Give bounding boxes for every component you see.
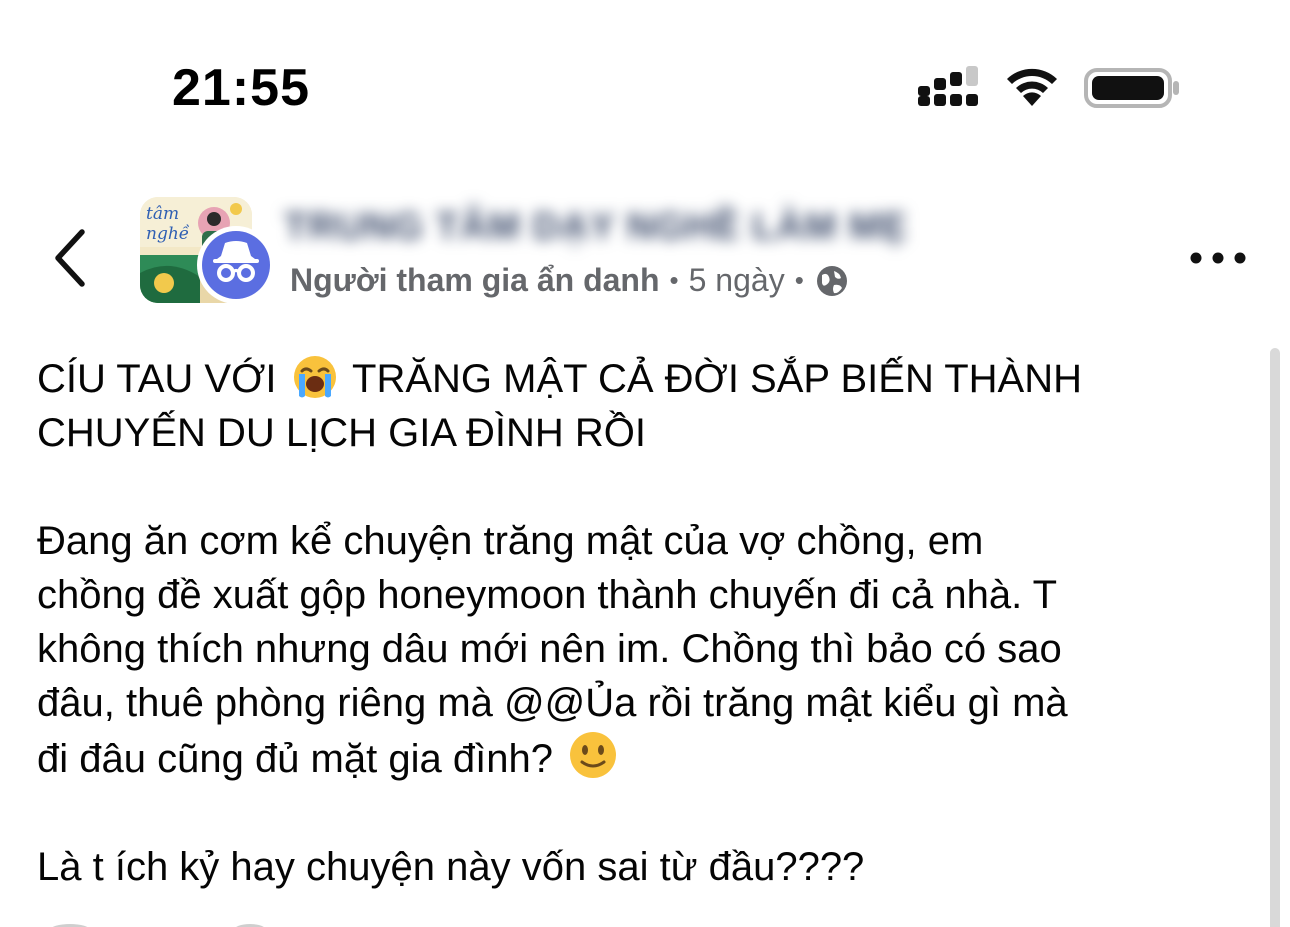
post-body-line: không thích nhưng dâu mới nên im. Chồng … xyxy=(37,627,1062,671)
status-time: 21:55 xyxy=(172,59,310,117)
post-body-line: đi đâu cũng đủ mặt gia đình? xyxy=(37,730,1252,786)
loudly-crying-face-emoji xyxy=(293,356,336,398)
post-title-line: CHUYẾN DU LỊCH GIA ĐÌNH RỒI xyxy=(37,411,646,455)
cellular-signal-icon xyxy=(918,66,978,106)
group-avatar-text: tâm xyxy=(146,204,179,224)
more-options-button[interactable] xyxy=(1186,236,1250,280)
post-content: CÍU TAU VỚI TRĂNG MẬT CẢ ĐỜI SẮP BIẾN TH… xyxy=(37,352,1252,894)
anonymous-avatar[interactable] xyxy=(197,226,275,304)
incognito-icon xyxy=(202,231,270,299)
post-time[interactable]: 5 ngày xyxy=(689,262,785,299)
post-body-line: Đang ăn cơm kể chuyện trăng mật của vợ c… xyxy=(37,519,984,563)
slightly-smiling-face-emoji xyxy=(570,732,617,778)
post-body-line: chồng đề xuất gộp honeymoon thành chuyến… xyxy=(37,573,1058,617)
post-meta: Người tham gia ẩn danh • 5 ngày • xyxy=(290,262,850,299)
meta-separator: • xyxy=(669,265,679,295)
battery-icon xyxy=(1084,68,1179,108)
post-question-line: Là t ích kỷ hay chuyện này vốn sai từ đầ… xyxy=(37,845,865,889)
svg-text:nghề: nghề xyxy=(146,224,190,244)
globe-icon xyxy=(816,265,847,296)
group-name[interactable]: TRUNG TÂM DẠY NGHỀ LÀM MẸ xyxy=(284,206,908,249)
post-body-line: đâu, thuê phòng riêng mà @@Ủa rồi trăng … xyxy=(37,681,1068,725)
wifi-icon xyxy=(1007,68,1057,106)
reaction-bar-peek xyxy=(52,924,264,927)
post-screen: 21:55 tâm nghề TRUNG TÂM DẠY NGHỀ LÀM MẸ… xyxy=(0,0,1290,927)
scrollbar[interactable] xyxy=(1270,348,1280,927)
author-name[interactable]: Người tham gia ẩn danh xyxy=(290,262,660,299)
post-title-text: TRĂNG MẬT CẢ ĐỜI SẮP BIẾN THÀNH xyxy=(352,357,1083,401)
post-title-text: CÍU TAU VỚI xyxy=(37,357,277,401)
post-title-line: CÍU TAU VỚI TRĂNG MẬT CẢ ĐỜI SẮP BIẾN TH… xyxy=(37,352,1252,406)
meta-separator: • xyxy=(794,265,804,295)
post-body-text: đi đâu cũng đủ mặt gia đình? xyxy=(37,737,553,781)
back-button[interactable] xyxy=(44,222,100,294)
